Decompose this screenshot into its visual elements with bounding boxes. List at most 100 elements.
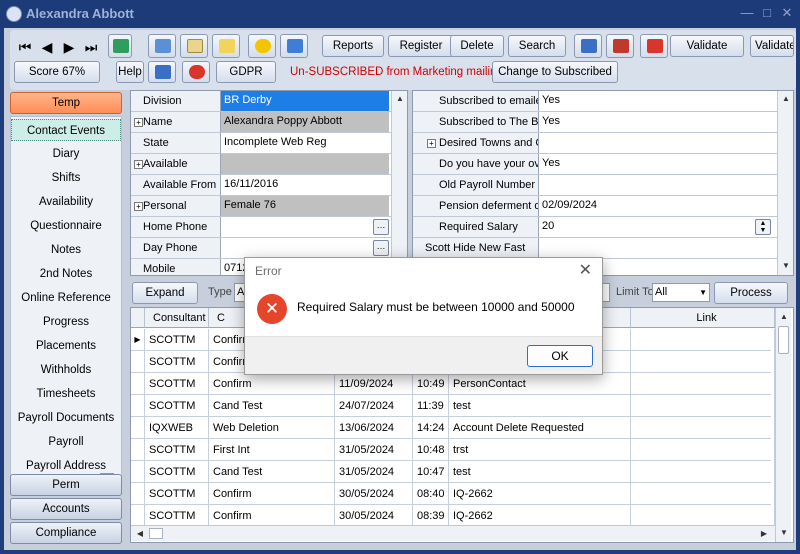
nav-item-questionnaire[interactable]: Questionnaire xyxy=(11,215,121,237)
expand-personal-icon[interactable]: + xyxy=(134,202,143,211)
grid-horizontal-scrollbar[interactable]: ◀ ▶ xyxy=(131,525,775,541)
table-row[interactable]: SCOTTM First Int 31/05/2024 10:48 trst xyxy=(131,439,775,461)
scroll-thumb[interactable] xyxy=(778,326,789,354)
home-phone-more-icon[interactable]: … xyxy=(373,219,389,235)
dialog-close-icon[interactable]: ✕ xyxy=(579,260,592,280)
search-button[interactable]: Search xyxy=(508,35,566,57)
scroll-down-icon[interactable]: ▼ xyxy=(777,526,791,540)
delete-button[interactable]: Delete xyxy=(450,35,504,57)
available-from-field[interactable]: 16/11/2016 xyxy=(221,175,389,195)
scott-hide-field[interactable] xyxy=(539,238,771,258)
phone-list-button[interactable] xyxy=(108,34,132,58)
nav-item-diary[interactable]: Diary xyxy=(11,143,121,165)
old-payroll-field[interactable] xyxy=(539,175,771,195)
scroll-down-icon[interactable]: ▼ xyxy=(779,259,793,273)
history-button[interactable] xyxy=(182,61,210,83)
table-row[interactable]: SCOTTM Confirm 11/09/2024 10:49 PersonContac… xyxy=(131,373,775,395)
nav-item-contact-events[interactable]: Contact Events xyxy=(11,119,121,141)
required-salary-field[interactable]: 20 xyxy=(539,217,753,237)
validate-button[interactable]: Validate xyxy=(670,35,744,57)
state-field[interactable]: Incomplete Web Reg xyxy=(221,133,389,153)
minimize-button[interactable]: — xyxy=(738,4,756,22)
table-row[interactable]: SCOTTM Confirm 30/05/2024 08:39 IQ-2662 xyxy=(131,505,775,527)
h-scroll-thumb[interactable] xyxy=(149,528,163,539)
send-email-button[interactable] xyxy=(280,34,308,58)
grid-vertical-scrollbar[interactable]: ▲ ▼ xyxy=(775,308,791,542)
cell-time: 11:39 xyxy=(413,395,449,417)
notes-button[interactable] xyxy=(212,34,240,58)
pension-deferment-field[interactable]: 02/09/2024 xyxy=(539,196,771,216)
division-field[interactable]: BR Derby xyxy=(221,91,389,111)
last-record-icon[interactable]: ⏭ xyxy=(84,40,98,54)
compliance-group-button[interactable]: Compliance xyxy=(10,522,122,544)
refresh-button[interactable] xyxy=(606,34,634,58)
register-button[interactable]: Register xyxy=(388,35,454,57)
previous-record-icon[interactable]: ◀ xyxy=(40,40,54,54)
day-phone-field[interactable] xyxy=(221,238,371,258)
validate-button-2[interactable]: Validate xyxy=(750,35,794,57)
nav-item-placements[interactable]: Placements xyxy=(11,335,121,357)
do-you-have-field[interactable]: Yes xyxy=(539,154,771,174)
expand-name-icon[interactable]: + xyxy=(134,118,143,127)
scroll-up-icon[interactable]: ▲ xyxy=(779,92,793,106)
grid-view-button[interactable] xyxy=(180,34,208,58)
nav-item-availability[interactable]: Availability xyxy=(11,191,121,213)
header-link[interactable]: Link xyxy=(631,308,775,328)
required-salary-spinner-icon[interactable]: ▲ ▼ xyxy=(755,219,771,235)
first-record-icon[interactable]: ⏮ xyxy=(18,40,32,54)
nav-item-progress[interactable]: Progress xyxy=(11,311,121,333)
table-row[interactable]: SCOTTM Cand Test 24/07/2024 11:39 test xyxy=(131,395,775,417)
help-button[interactable]: Help xyxy=(116,61,144,83)
available-field[interactable] xyxy=(221,154,389,174)
contacts-button[interactable] xyxy=(574,34,602,58)
table-row[interactable]: SCOTTM Confirm 30/05/2024 08:40 IQ-2662 xyxy=(131,483,775,505)
cell-time: 08:39 xyxy=(413,505,449,527)
score-button[interactable]: Score 67% xyxy=(14,61,100,83)
process-button[interactable]: Process xyxy=(714,282,788,304)
accounts-group-button[interactable]: Accounts xyxy=(10,498,122,520)
nav-item-2nd-notes[interactable]: 2nd Notes xyxy=(11,263,121,285)
limit-to-select[interactable]: All ▼ xyxy=(652,283,710,302)
subscribed-b-field[interactable]: Yes xyxy=(539,112,771,132)
change-to-subscribed-button[interactable]: Change to Subscribed xyxy=(492,61,618,83)
edit-button[interactable] xyxy=(148,61,176,83)
scroll-up-icon[interactable]: ▲ xyxy=(393,92,407,106)
expand-button[interactable]: Expand xyxy=(132,282,198,304)
nav-item-payroll[interactable]: Payroll xyxy=(11,431,121,453)
perm-group-button[interactable]: Perm xyxy=(10,474,122,496)
exit-button[interactable] xyxy=(640,34,668,58)
cell-event: Web Deletion xyxy=(209,417,335,439)
restore-button[interactable]: □ xyxy=(758,4,776,22)
nav-item-shifts[interactable]: Shifts xyxy=(11,167,121,189)
gdpr-button[interactable]: GDPR xyxy=(216,61,276,83)
scroll-right-icon[interactable]: ▶ xyxy=(757,527,771,541)
scroll-up-icon[interactable]: ▲ xyxy=(777,310,791,324)
subscribed-email-field[interactable]: Yes xyxy=(539,91,771,111)
custom-fields-scrollbar[interactable]: ▲ ▼ xyxy=(777,91,793,275)
personal-field[interactable]: Female 76 xyxy=(221,196,389,216)
nav-item-online-reference[interactable]: Online Reference xyxy=(11,287,121,309)
temp-group-button[interactable]: Temp xyxy=(10,92,122,114)
close-button[interactable]: ✕ xyxy=(778,4,796,22)
next-record-icon[interactable]: ▶ xyxy=(62,40,76,54)
home-phone-field[interactable] xyxy=(221,217,371,237)
expand-available-icon[interactable]: + xyxy=(134,160,143,169)
favourite-button[interactable] xyxy=(248,34,276,58)
day-phone-more-icon[interactable]: … xyxy=(373,240,389,256)
desired-towns-field[interactable] xyxy=(539,133,771,153)
print-button[interactable] xyxy=(148,34,176,58)
table-row[interactable]: SCOTTM Cand Test 31/05/2024 10:47 test xyxy=(131,461,775,483)
cell-consultant: SCOTTM xyxy=(145,329,209,351)
nav-item-withholds[interactable]: Withholds xyxy=(11,359,121,381)
nav-item-payroll-documents[interactable]: Payroll Documents xyxy=(11,407,121,429)
table-row[interactable]: IQXWEB Web Deletion 13/06/2024 14:24 Account… xyxy=(131,417,775,439)
details-form-scrollbar[interactable]: ▲ xyxy=(391,91,407,275)
name-field[interactable]: Alexandra Poppy Abbott xyxy=(221,112,389,132)
header-consultant[interactable]: Consultant xyxy=(145,308,209,328)
reports-button[interactable]: Reports xyxy=(322,35,384,57)
nav-item-notes[interactable]: Notes xyxy=(11,239,121,261)
expand-desired-towns-icon[interactable]: + xyxy=(427,139,436,148)
nav-item-timesheets[interactable]: Timesheets xyxy=(11,383,121,405)
scroll-left-icon[interactable]: ◀ xyxy=(133,527,147,541)
ok-button[interactable]: OK xyxy=(527,345,593,367)
